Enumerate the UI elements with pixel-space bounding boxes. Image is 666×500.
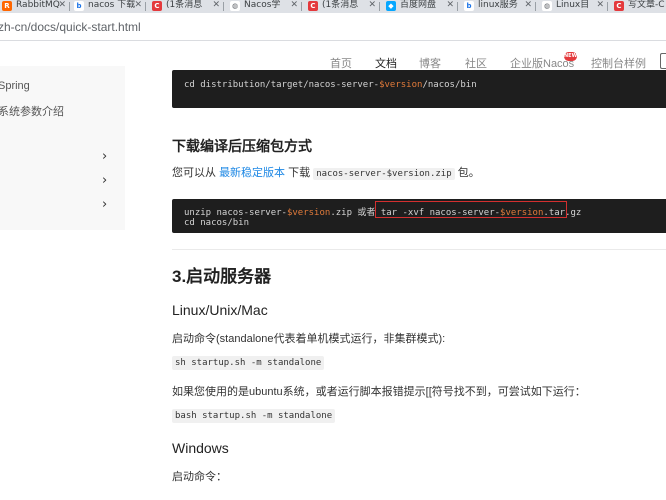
browser-tab[interactable]: b linux服务 ✕ <box>462 0 536 13</box>
browser-tab[interactable]: C (1条消息 ✕ <box>150 0 224 13</box>
baidu-netdisk-icon: ◆ <box>386 1 396 11</box>
browser-tab[interactable]: ◍ Nacos学 ✕ <box>228 0 302 13</box>
bing-icon: b <box>464 1 474 11</box>
highlight-box <box>375 201 567 218</box>
close-icon[interactable]: ✕ <box>58 0 66 11</box>
nav-home[interactable]: 首页 <box>330 55 352 71</box>
start-command-desc: 启动命令(standalone代表着单机模式运行，非集群模式): <box>172 333 446 345</box>
ubuntu-desc: 如果您使用的是ubuntu系统，或者运行脚本报错提示[[符号找不到，可尝试如下运… <box>172 386 586 398</box>
subsection-title-windows: Windows <box>172 440 229 456</box>
nav-blog[interactable]: 博客 <box>419 55 441 71</box>
nav-console-demo[interactable]: 控制台样例 <box>591 55 646 71</box>
code-snippet-sh: sh startup.sh -m standalone <box>172 356 325 370</box>
close-icon[interactable]: ✕ <box>368 0 376 11</box>
csdn-icon: C <box>614 1 624 11</box>
browser-tab[interactable]: C (1条消息 ✕ <box>306 0 380 13</box>
code-line: cd nacos/bin <box>184 218 250 228</box>
sidebar-item-spring[interactable]: Spring <box>0 80 30 92</box>
section-title-start-server: 3.启动服务器 <box>172 267 272 286</box>
browser-tab[interactable]: ◆ 百度网盘 ✕ <box>384 0 458 13</box>
close-icon[interactable]: ✕ <box>134 0 142 11</box>
windows-start-desc: 启动命令： <box>172 471 227 483</box>
address-bar[interactable]: zh-cn/docs/quick-start.html <box>0 13 666 41</box>
new-badge: NEW <box>564 52 578 61</box>
divider <box>172 249 666 250</box>
menu-icon[interactable] <box>660 53 666 69</box>
globe-icon: ◍ <box>230 1 240 11</box>
stable-release-link[interactable]: 最新稳定版本 <box>219 167 285 179</box>
chevron-right-icon[interactable]: › <box>102 150 107 163</box>
close-icon[interactable]: ✕ <box>290 0 298 11</box>
csdn-icon: C <box>152 1 162 11</box>
code-line: cd distribution/target/nacos-server-$ver… <box>184 80 477 90</box>
inline-code: nacos-server-$version.zip <box>313 168 455 180</box>
chevron-right-icon[interactable]: › <box>102 174 107 187</box>
close-icon[interactable]: ✕ <box>212 0 220 11</box>
url-text[interactable]: zh-cn/docs/quick-start.html <box>0 20 141 34</box>
chevron-right-icon[interactable]: › <box>102 198 107 211</box>
code-block: cd distribution/target/nacos-server-$ver… <box>172 70 666 108</box>
close-icon[interactable]: ✕ <box>524 0 532 11</box>
browser-tab[interactable]: C 写文章-C <box>612 0 666 13</box>
globe-icon: ◍ <box>542 1 552 11</box>
sidebar-item-system-params[interactable]: 系统参数介绍 <box>0 103 64 119</box>
code-snippet-bash: bash startup.sh -m standalone <box>172 409 336 423</box>
download-paragraph: 您可以从 最新稳定版本 下载 nacos-server-$version.zip… <box>172 167 480 180</box>
browser-tab-strip: R RabbitMQ ✕ b nacos 下载 ✕ C (1条消息 ✕ ◍ Nacos学… <box>0 0 666 13</box>
bing-icon: b <box>74 1 84 11</box>
close-icon[interactable]: ✕ <box>446 0 454 11</box>
close-icon[interactable]: ✕ <box>596 0 604 11</box>
browser-tab[interactable]: R RabbitMQ ✕ <box>0 0 70 13</box>
nav-community[interactable]: 社区 <box>465 55 487 71</box>
rabbitmq-icon: R <box>2 1 12 11</box>
nav-docs[interactable]: 文档 <box>375 55 397 71</box>
csdn-icon: C <box>308 1 318 11</box>
subsection-title-linux: Linux/Unix/Mac <box>172 302 268 318</box>
browser-tab[interactable]: ◍ Linux目 ✕ <box>540 0 608 13</box>
section-title-download: 下载编译后压缩包方式 <box>172 138 312 154</box>
browser-tab[interactable]: b nacos 下载 ✕ <box>72 0 146 13</box>
